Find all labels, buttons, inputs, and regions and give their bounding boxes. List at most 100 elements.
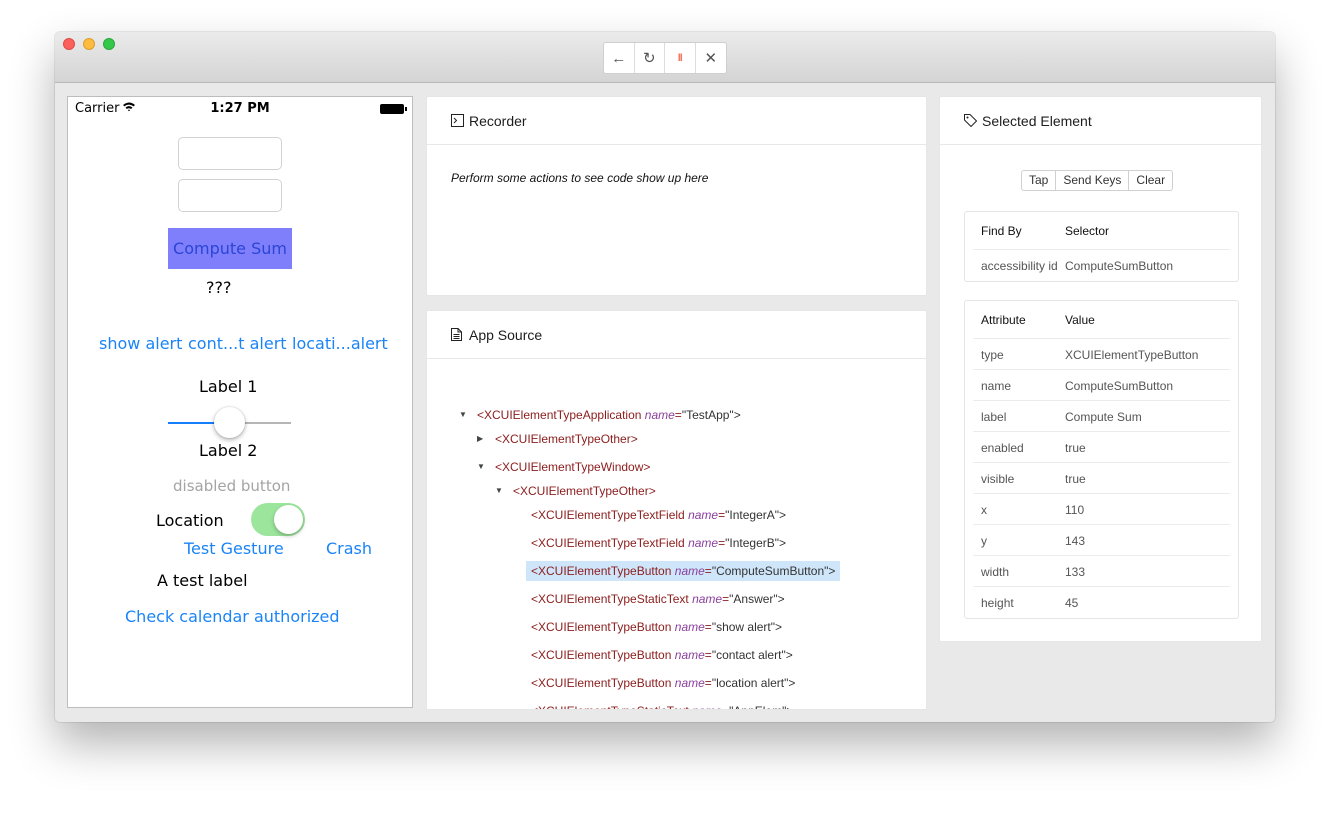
crash-button[interactable]: Crash [326, 539, 372, 558]
close-window-button[interactable] [63, 38, 75, 50]
clear-button[interactable]: Clear [1129, 170, 1174, 191]
table-header: Attribute Value [965, 301, 1238, 339]
selected-element-title: Selected Element [982, 112, 1092, 129]
answer-label: ??? [206, 278, 232, 297]
table-cell-value: true [1065, 440, 1086, 455]
close-icon: ✕ [704, 50, 718, 67]
label-1: Label 1 [199, 377, 258, 396]
table-cell-key: label [981, 409, 1007, 424]
attribute-row: enabled true [965, 432, 1238, 463]
source-tree-node[interactable]: <XCUIElementTypeButton name="location al… [531, 673, 795, 693]
attribute-row: y 143 [965, 525, 1238, 556]
session-toolbar: ← ↻ II ✕ [603, 42, 727, 74]
find-by-table: Find By Selector accessibility id Compute… [964, 211, 1239, 282]
show-alert-button[interactable]: show alert [99, 334, 182, 353]
source-tree-node[interactable]: <XCUIElementTypeButton name="contact ale… [531, 645, 793, 665]
table-cell-value: 143 [1065, 533, 1086, 548]
caret-down-icon[interactable]: ▼ [477, 457, 487, 477]
node-attr-name: name [674, 564, 705, 578]
compute-sum-button[interactable]: Compute Sum [168, 228, 292, 269]
pause-icon: II [677, 52, 683, 64]
table-header: Find By Selector [965, 212, 1238, 250]
app-source-title: App Source [469, 326, 543, 343]
element-actions: Tap Send Keys Clear [1021, 170, 1174, 191]
caret-down-icon[interactable]: ▼ [495, 481, 505, 501]
refresh-icon: ↻ [642, 50, 656, 67]
node-attr-value: "location alert"> [711, 676, 796, 690]
integer-a-field[interactable] [178, 137, 282, 170]
node-attr-value: "AppElem"> [729, 704, 793, 709]
table-cell-key: type [981, 347, 1004, 362]
node-tag: <XCUIElementTypeButton [531, 676, 672, 690]
recorder-panel: Recorder Perform some actions to see cod… [426, 96, 927, 296]
integer-b-field[interactable] [178, 179, 282, 212]
attribute-row: name ComputeSumButton [965, 370, 1238, 401]
table-cell-key: height [981, 595, 1014, 610]
node-tag: <XCUIElementTypeOther> [513, 484, 656, 498]
location-toggle[interactable] [251, 503, 305, 536]
table-cell-value: XCUIElementTypeButton [1065, 347, 1199, 362]
node-tag: <XCUIElementTypeWindow> [495, 460, 651, 474]
source-tree-node[interactable]: <XCUIElementTypeStaticText name="Answer"… [531, 589, 785, 609]
tap-button[interactable]: Tap [1021, 170, 1057, 191]
app-window: ← ↻ II ✕ Carrier 1:27 PM Compute Sum ???… [55, 32, 1275, 722]
test-gesture-button[interactable]: Test Gesture [184, 539, 284, 558]
source-tree-node[interactable]: <XCUIElementTypeTextField name="IntegerA… [531, 505, 786, 525]
back-button[interactable]: ← [604, 43, 635, 73]
node-attr-value: "Answer"> [729, 592, 785, 606]
arrow-left-icon: ← [611, 49, 627, 67]
table-cell-value: ComputeSumButton [1065, 378, 1174, 393]
table-cell-key: name [981, 378, 1012, 393]
source-tree-node[interactable]: <XCUIElementTypeButton name="show alert"… [531, 617, 782, 637]
source-tree-node[interactable]: <XCUIElementTypeOther> [495, 429, 638, 449]
column-header: Selector [1065, 224, 1110, 238]
node-attr-name: name [674, 648, 705, 662]
selected-element-panel: Selected Element Tap Send Keys Clear Fin… [939, 96, 1262, 642]
caret-down-icon[interactable]: ▼ [459, 405, 469, 425]
source-tree-node[interactable]: <XCUIElementTypeTextField name="IntegerB… [531, 533, 786, 553]
slider-thumb[interactable] [214, 407, 245, 438]
location-alert-button[interactable]: locati...alert [292, 334, 388, 353]
table-cell-value: true [1065, 471, 1086, 486]
node-tag: <XCUIElementTypeApplication [477, 408, 642, 422]
source-tree-node[interactable]: <XCUIElementTypeApplication name="TestAp… [477, 405, 741, 425]
node-attr-name: name [688, 508, 719, 522]
location-label: Location [156, 511, 224, 530]
table-cell-value: 110 [1065, 502, 1085, 517]
minimize-window-button[interactable] [83, 38, 95, 50]
refresh-button[interactable]: ↻ [635, 43, 665, 73]
title-bar: ← ↻ II ✕ [55, 32, 1275, 83]
check-calendar-button[interactable]: Check calendar authorized [125, 607, 340, 626]
column-header: Value [1065, 313, 1095, 327]
toggle-knob [274, 505, 303, 534]
table-cell-key: y [981, 533, 987, 548]
recorder-header: Recorder [427, 97, 926, 145]
zoom-window-button[interactable] [103, 38, 115, 50]
source-tree-node[interactable]: <XCUIElementTypeWindow> [495, 457, 650, 477]
recorder-title: Recorder [469, 112, 527, 129]
attribute-row: height 45 [965, 587, 1238, 618]
selected-element-header: Selected Element [940, 97, 1261, 145]
node-attr-value: "ComputeSumButton"> [711, 564, 836, 578]
caret-right-icon[interactable]: ▶ [477, 429, 487, 449]
tag-icon [964, 114, 977, 127]
status-bar: Carrier 1:27 PM [68, 97, 412, 119]
clock: 1:27 PM [210, 101, 270, 116]
table-cell-key: accessibility id [981, 258, 1058, 273]
node-tag: <XCUIElementTypeButton [531, 648, 672, 662]
source-tree-node[interactable]: <XCUIElementTypeStaticText name="AppElem… [531, 701, 793, 709]
table-cell-value: 45 [1065, 595, 1079, 610]
send-keys-button[interactable]: Send Keys [1056, 170, 1130, 191]
node-tag: <XCUIElementTypeButton [531, 564, 672, 578]
table-cell-key: x [981, 502, 987, 517]
node-attr-value: "TestApp"> [681, 408, 741, 422]
table-cell-key: width [981, 564, 1010, 579]
quit-session-button[interactable]: ✕ [696, 43, 726, 73]
table-cell-value: 133 [1065, 564, 1086, 579]
source-tree-node[interactable]: <XCUIElementTypeOther> [513, 481, 656, 501]
contact-alert-button[interactable]: cont...t alert [188, 334, 287, 353]
source-tree-node[interactable]: <XCUIElementTypeButton name="ComputeSumB… [526, 561, 841, 581]
pause-recording-button[interactable]: II [665, 43, 696, 73]
node-tag: <XCUIElementTypeStaticText [531, 592, 689, 606]
app-source-panel: App Source ▼ <XCUIElementTypeApplication … [426, 310, 927, 710]
